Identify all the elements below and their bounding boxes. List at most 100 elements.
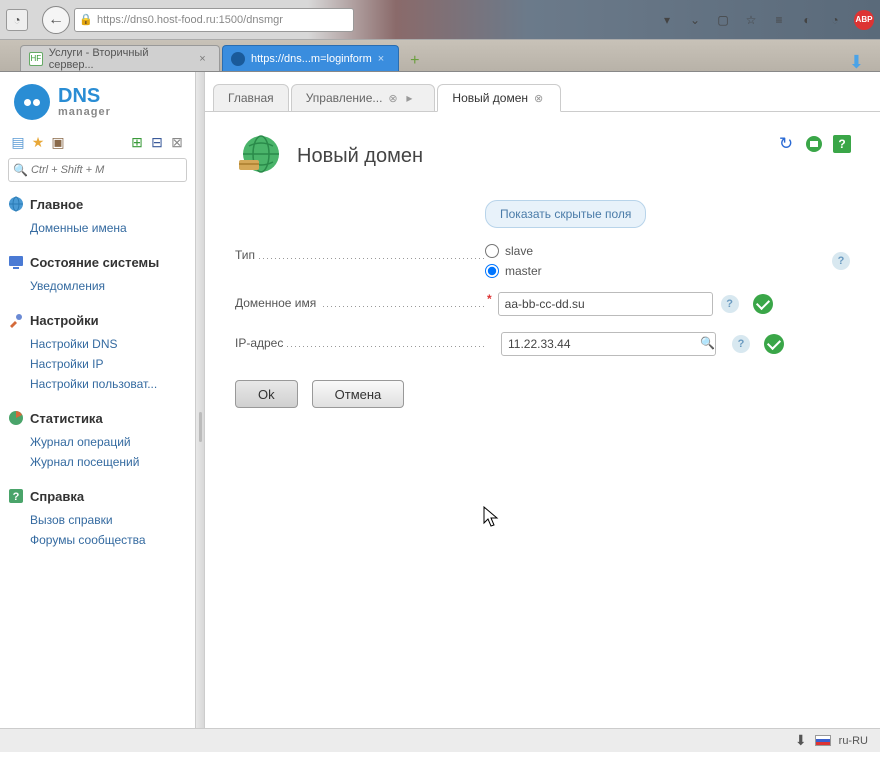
compass-icon[interactable]: ◐ — [798, 11, 816, 29]
lock-icon: 🔒 — [79, 13, 93, 27]
help-icon[interactable]: ? — [832, 252, 850, 270]
nav-item-visitlog[interactable]: Журнал посещений — [8, 452, 187, 472]
print-icon[interactable] — [804, 134, 824, 154]
tab-close-icon[interactable]: × — [378, 53, 390, 65]
menu-lines-icon[interactable]: ≡ — [770, 11, 788, 29]
nav-header-stats[interactable]: Статистика — [8, 410, 187, 426]
help-square-icon: ? — [8, 488, 24, 504]
nav-item-dns-settings[interactable]: Настройки DNS — [8, 334, 187, 354]
cancel-button[interactable]: Отмена — [312, 380, 405, 408]
row-ip: IP-адрес 🔍 ? — [235, 332, 850, 358]
ok-button[interactable]: Ok — [235, 380, 298, 408]
crumb-newdomain[interactable]: Новый домен ⊗ — [437, 84, 561, 112]
browser-tab-1[interactable]: https://dns...m=loginform × — [222, 45, 399, 71]
svg-text:?: ? — [13, 491, 20, 503]
nav-item-notifications[interactable]: Уведомления — [8, 276, 187, 296]
back-button[interactable]: ← — [42, 6, 70, 34]
flag-ru-icon — [815, 735, 831, 746]
nav-item-domains[interactable]: Доменные имена — [8, 218, 187, 238]
piechart-icon — [8, 410, 24, 426]
tab-strip: HF Услуги - Вторичный сервер... × https:… — [0, 40, 880, 72]
nav-item-user-settings[interactable]: Настройки пользоват... — [8, 374, 187, 394]
locale-label: ru-RU — [839, 735, 868, 747]
url-bar[interactable]: 🔒 https://dns0.host-food.ru:1500/dnsmgr — [74, 8, 354, 32]
breadcrumbs: Главная Управление... ⊗ ▸ Новый домен ⊗ — [205, 72, 880, 112]
logo-icon — [14, 84, 50, 120]
nav-header-main[interactable]: Главное — [8, 196, 187, 212]
nav-header-help[interactable]: ? Справка — [8, 488, 187, 504]
nav-header-system[interactable]: Состояние системы — [8, 254, 187, 270]
globe-icon — [8, 196, 24, 212]
nav-settings: Настройки Настройки DNS Настройки IP Нас… — [8, 312, 187, 394]
search-icon[interactable]: 🔍 — [700, 336, 716, 352]
close-all-icon[interactable]: ⊠ — [169, 134, 185, 150]
dropdown-icon[interactable]: ▾ — [658, 11, 676, 29]
page-title: Новый домен — [297, 145, 423, 168]
nav-item-oplog[interactable]: Журнал операций — [8, 432, 187, 452]
list-icon[interactable]: ▤ — [10, 134, 26, 150]
pocket-icon[interactable]: ⌄ — [686, 11, 704, 29]
download-icon[interactable]: ⬇ — [795, 732, 807, 749]
tab-label: Услуги - Вторичный сервер... — [49, 47, 194, 71]
shield-icon[interactable]: ▢ — [714, 11, 732, 29]
monitor-icon — [8, 254, 24, 270]
browser-tab-0[interactable]: HF Услуги - Вторичный сервер... × — [20, 45, 220, 71]
adblock-icon[interactable]: ABP — [854, 10, 874, 30]
row-type: Тип slave master ? — [235, 244, 850, 278]
tab-close-icon[interactable]: × — [199, 53, 211, 65]
download-arrow-icon[interactable]: ⬇ — [849, 52, 864, 73]
collapse-icon[interactable]: ⊟ — [149, 134, 165, 150]
page-globe-icon — [235, 132, 283, 180]
clipboard-icon[interactable]: ▣ — [50, 134, 66, 150]
search-input[interactable] — [31, 164, 182, 176]
bookmark-icon[interactable]: ☆ — [742, 11, 760, 29]
sidebar-toolbar: ▤ ★ ▣ ⊞ ⊟ ⊠ — [8, 134, 187, 150]
chat-icon[interactable]: ◔ — [826, 11, 844, 29]
app-root: dns85398 ▾ DNS manager ▤ ★ ▣ ⊞ ⊟ — [0, 72, 880, 752]
radio-slave[interactable]: slave — [485, 244, 542, 258]
crumb-manage[interactable]: Управление... ⊗ ▸ — [291, 84, 436, 112]
show-hidden-fields-button[interactable]: Показать скрытые поля — [485, 200, 646, 228]
url-text: https://dns0.host-food.ru:1500/dnsmgr — [97, 14, 283, 26]
close-icon[interactable]: ⊗ — [388, 92, 400, 104]
radio-group-type: slave master — [485, 244, 542, 278]
logo: DNS manager — [8, 84, 187, 120]
nav-header-settings[interactable]: Настройки — [8, 312, 187, 328]
chevron-right-icon: ▸ — [406, 91, 420, 105]
close-icon[interactable]: ⊗ — [534, 92, 546, 104]
search-icon: 🔍 — [13, 163, 28, 177]
main-panel: Главная Управление... ⊗ ▸ Новый домен ⊗ … — [205, 72, 880, 752]
app-menu-btn[interactable]: ◔ — [6, 9, 28, 31]
ip-input[interactable] — [501, 332, 716, 356]
help-icon[interactable]: ? — [721, 295, 739, 313]
nav-item-callhelp[interactable]: Вызов справки — [8, 510, 187, 530]
check-icon — [764, 334, 784, 354]
favicon-dns — [231, 52, 245, 66]
sidebar-search[interactable]: 🔍 — [8, 158, 187, 182]
sidebar-resizer[interactable] — [195, 72, 205, 752]
nav-system: Состояние системы Уведомления — [8, 254, 187, 296]
new-tab-button[interactable]: + — [405, 51, 425, 71]
nav-item-forums[interactable]: Форумы сообщества — [8, 530, 187, 550]
cursor-icon — [483, 506, 501, 528]
domain-input[interactable] — [498, 292, 713, 316]
help-icon[interactable]: ? — [832, 134, 852, 154]
refresh-icon[interactable]: ↻ — [776, 134, 796, 154]
nav-item-ip-settings[interactable]: Настройки IP — [8, 354, 187, 374]
favicon-hostfood: HF — [29, 52, 43, 66]
tools-icon — [8, 312, 24, 328]
expand-icon[interactable]: ⊞ — [129, 134, 145, 150]
help-icon[interactable]: ? — [732, 335, 750, 353]
star-icon[interactable]: ★ — [30, 134, 46, 150]
required-asterisk: * — [487, 292, 492, 306]
nav-help: ? Справка Вызов справки Форумы сообществ… — [8, 488, 187, 550]
nav-stats: Статистика Журнал операций Журнал посеще… — [8, 410, 187, 472]
crumb-home[interactable]: Главная — [213, 84, 289, 112]
radio-master[interactable]: master — [485, 264, 542, 278]
svg-text:?: ? — [838, 137, 845, 151]
form-buttons: Ok Отмена — [235, 380, 850, 408]
nav-main: Главное Доменные имена — [8, 196, 187, 238]
page-title-row: Новый домен — [235, 132, 850, 180]
check-icon — [753, 294, 773, 314]
tab-label: https://dns...m=loginform — [251, 53, 372, 65]
